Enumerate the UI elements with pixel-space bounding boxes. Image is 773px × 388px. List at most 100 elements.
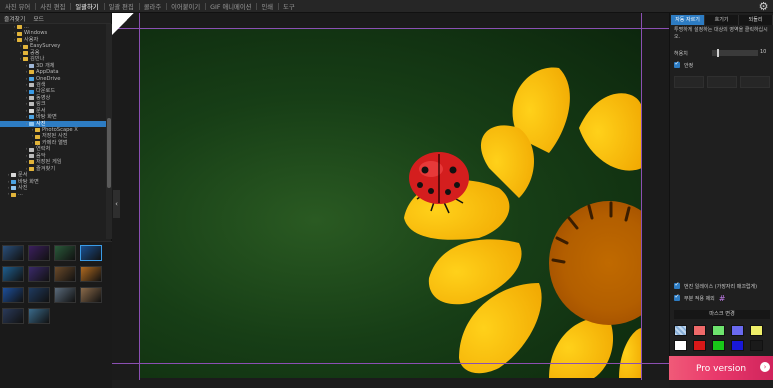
scrollbar-thumb[interactable]: [107, 118, 111, 188]
thumbnail-image[interactable]: [28, 308, 50, 324]
cube-icon: [29, 63, 34, 68]
thumbnail-grid: [0, 241, 112, 388]
mask-toggle-checkbox[interactable]: [674, 293, 680, 301]
link-icon: [29, 102, 34, 107]
thumbnail-image[interactable]: [28, 245, 50, 261]
music-icon: [29, 153, 34, 158]
mask-section-label: 마스크 변경: [674, 310, 770, 319]
ladybug-flower-photo: [404, 67, 642, 378]
color-swatch[interactable]: [674, 340, 687, 351]
menu-item[interactable]: 인쇄: [256, 2, 278, 11]
color-swatch[interactable]: [712, 340, 725, 351]
tab-blur[interactable]: 흐기기: [705, 15, 739, 25]
tolerance-slider[interactable]: [712, 49, 758, 57]
thumbnail-image[interactable]: [2, 266, 24, 282]
corner-badge: [112, 13, 134, 35]
color-swatch[interactable]: [712, 325, 725, 336]
folder-icon: [17, 25, 22, 30]
picture-icon: [11, 186, 16, 191]
thumbnail-image[interactable]: [80, 266, 102, 282]
photo-canvas[interactable]: [139, 28, 642, 378]
color-swatch[interactable]: [750, 340, 763, 351]
color-swatch[interactable]: [731, 340, 744, 351]
instruction-text: 투명하게 설정하는 대상의 영역을 클릭하십시오.: [674, 27, 768, 40]
slider-handle[interactable]: [716, 49, 719, 57]
folder-icon: [29, 160, 34, 165]
desktop-icon: [11, 179, 16, 184]
guide-line-bottom: [112, 363, 669, 364]
folder-icon: [17, 31, 22, 36]
tab-favorites[interactable]: 즐겨찾기: [0, 14, 29, 23]
menu-item[interactable]: 사진 편집: [35, 2, 70, 11]
tolerance-row: 허용치 10: [674, 48, 770, 58]
folder-icon: [29, 70, 34, 75]
folder-icon: [35, 134, 40, 139]
color-swatch[interactable]: [693, 325, 706, 336]
image-viewer: [112, 13, 669, 388]
smooth-row[interactable]: 안정: [674, 60, 770, 69]
guide-line-right: [641, 13, 642, 388]
promo-text: Pro version: [696, 364, 747, 374]
doc-icon: [11, 173, 16, 178]
defringe-label: 번진 일레이스 (가장자리 매끄럽게): [684, 283, 758, 290]
folder-icon: [11, 192, 16, 197]
right-bottom-toolbar: [669, 380, 773, 388]
thumbnail-image[interactable]: [28, 266, 50, 282]
thumbnail-image[interactable]: [54, 266, 76, 282]
folder-icon: [23, 50, 28, 55]
collapse-panel-button[interactable]: ‹: [113, 190, 120, 218]
thumbnail-image[interactable]: [80, 245, 102, 261]
gear-icon[interactable]: ⚙: [758, 1, 769, 12]
defringe-row[interactable]: 번진 일레이스 (가장자리 매끄럽게): [674, 281, 770, 290]
menu-item[interactable]: 이어붙이기: [166, 2, 205, 11]
right-tabs: 자동 자르기 흐기기 되돌리: [671, 15, 773, 25]
left-panel: 즐겨찾기 모드 ›... › Windows › 사용자 › EasySurvey › 공용 › 김…: [0, 13, 112, 388]
thumbnail-image[interactable]: [2, 245, 24, 261]
menu-item[interactable]: 일괄 편집: [103, 2, 139, 11]
folder-icon: [35, 128, 40, 133]
color-swatch[interactable]: [674, 325, 687, 336]
defringe-checkbox[interactable]: [674, 281, 680, 289]
thumbnail-image[interactable]: [54, 287, 76, 303]
menu-item[interactable]: 일괄하기: [70, 2, 103, 11]
color-swatch[interactable]: [731, 325, 744, 336]
picture-icon: [29, 121, 34, 126]
tree-item[interactable]: ›...: [0, 191, 106, 197]
action-button-3[interactable]: [740, 76, 770, 88]
video-icon: [29, 96, 34, 101]
thumbnail-image[interactable]: [54, 245, 76, 261]
cloud-icon: [29, 76, 34, 81]
tolerance-value: 10: [760, 49, 767, 55]
action-button-1[interactable]: [674, 76, 704, 88]
pro-version-banner[interactable]: Pro version ›: [669, 356, 773, 380]
color-swatch[interactable]: [750, 325, 763, 336]
color-swatch[interactable]: [693, 340, 706, 351]
mask-toggle-row[interactable]: 부분 적용 제외 #: [674, 293, 770, 303]
folder-tree: ›... › Windows › 사용자 › EasySurvey › 공용 › 김민나 › 3D 개체…: [0, 24, 106, 239]
doc-icon: [29, 108, 34, 113]
action-button-2[interactable]: [707, 76, 737, 88]
thumbnail-image[interactable]: [28, 287, 50, 303]
menu-item[interactable]: GIF 애니메이션: [205, 2, 256, 11]
tab-undo[interactable]: 되돌리: [739, 15, 773, 25]
smooth-label: 안정: [684, 62, 694, 69]
download-icon: [29, 89, 34, 94]
menu-item[interactable]: 콜라주: [138, 2, 166, 11]
search-icon: [29, 83, 34, 88]
arrow-right-icon[interactable]: ›: [760, 362, 770, 372]
thumbnail-image[interactable]: [2, 308, 24, 324]
tab-mode[interactable]: 모드: [29, 14, 48, 23]
thumbnail-image[interactable]: [2, 287, 24, 303]
mask-toggle-label: 부분 적용 제외: [684, 295, 715, 302]
menu-item[interactable]: 도구: [278, 2, 300, 11]
tolerance-label: 허용치: [674, 50, 688, 57]
desktop-icon: [29, 115, 34, 120]
thumbnail-image[interactable]: [80, 287, 102, 303]
left-tabs: 즐겨찾기 모드: [0, 13, 111, 24]
smooth-checkbox[interactable]: [674, 60, 680, 68]
action-buttons: [674, 76, 770, 88]
grid-icon[interactable]: #: [719, 294, 726, 303]
guide-line-top: [112, 28, 669, 29]
menu-item[interactable]: 사진 뷰어: [0, 2, 35, 11]
tab-auto-crop[interactable]: 자동 자르기: [671, 15, 705, 25]
